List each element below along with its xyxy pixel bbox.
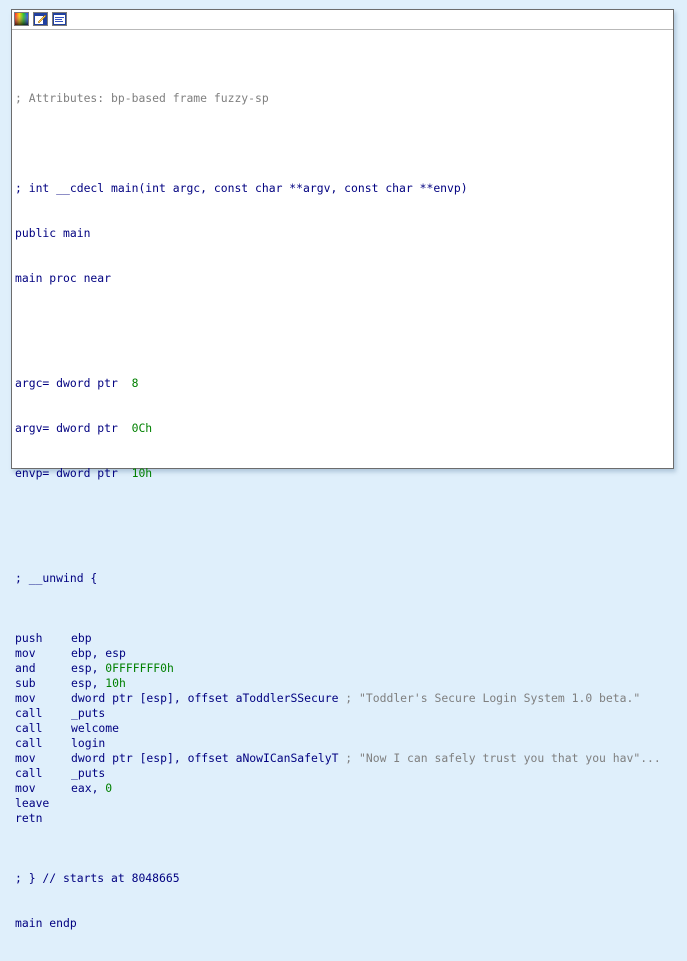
instruction-mnemonic: call bbox=[15, 736, 43, 750]
instruction-immediate: 0 bbox=[105, 781, 113, 795]
instruction-operands: login bbox=[71, 736, 106, 750]
proc-directive: main proc near bbox=[15, 271, 112, 285]
instruction-list: push ebp mov ebp, esp and esp, 0FFFFFFF0h sub e… bbox=[15, 631, 661, 826]
instruction-operands: esp, bbox=[71, 661, 106, 675]
instruction-line[interactable]: mov eax, 0 bbox=[15, 781, 661, 796]
instruction-mnemonic: retn bbox=[15, 811, 43, 825]
stack-arg-name: envp= dword ptr bbox=[15, 466, 118, 480]
instruction-operands: dword ptr [esp], offset aToddlerSSecure bbox=[71, 691, 339, 705]
instruction-mnemonic: call bbox=[15, 766, 43, 780]
instruction-immediate: 10h bbox=[105, 676, 126, 690]
instruction-mnemonic: mov bbox=[15, 646, 36, 660]
instruction-mnemonic: call bbox=[15, 721, 43, 735]
instruction-operands: _puts bbox=[71, 706, 106, 720]
instruction-mnemonic: mov bbox=[15, 781, 36, 795]
instruction-operands: ebp, esp bbox=[71, 646, 126, 660]
instruction-operands: dword ptr [esp], offset aNowICanSafelyT bbox=[71, 751, 339, 765]
unwind-start: ; __unwind { bbox=[15, 571, 98, 585]
stack-arg-line: envp= dword ptr 10h bbox=[15, 466, 661, 481]
instruction-mnemonic: push bbox=[15, 631, 43, 645]
instruction-operands: welcome bbox=[71, 721, 120, 735]
instruction-operands: _puts bbox=[71, 766, 106, 780]
instruction-operands: esp, bbox=[71, 676, 106, 690]
instruction-line[interactable]: call welcome bbox=[15, 721, 661, 736]
instruction-line[interactable]: leave bbox=[15, 796, 661, 811]
instruction-mnemonic: and bbox=[15, 661, 36, 675]
instruction-line[interactable]: call _puts bbox=[15, 706, 661, 721]
instruction-line[interactable]: retn bbox=[15, 811, 661, 826]
instruction-mnemonic: mov bbox=[15, 691, 36, 705]
instruction-immediate: 0FFFFFFF0h bbox=[105, 661, 174, 675]
instruction-mnemonic: mov bbox=[15, 751, 36, 765]
unwind-end: ; } // starts at 8048665 bbox=[15, 871, 180, 885]
stack-arg-offset: 0Ch bbox=[131, 421, 153, 435]
string-comment: ; "Toddler's Secure Login System 1.0 bet… bbox=[338, 691, 641, 705]
instruction-operands: eax, bbox=[71, 781, 106, 795]
public-directive: public main bbox=[15, 226, 91, 240]
stack-arg-name: argv= dword ptr bbox=[15, 421, 118, 435]
prototype-comment: ; int __cdecl main(int argc, const char … bbox=[15, 181, 468, 195]
graph-view-icon[interactable] bbox=[14, 12, 29, 26]
instruction-line[interactable]: call login bbox=[15, 736, 661, 751]
endp-directive: main endp bbox=[15, 916, 77, 930]
string-comment: ; "Now I can safely trust you that you h… bbox=[338, 751, 661, 765]
instruction-mnemonic: call bbox=[15, 706, 43, 720]
instruction-operands: ebp bbox=[71, 631, 92, 645]
instruction-line[interactable]: push ebp bbox=[15, 631, 661, 646]
stack-arg-line: argv= dword ptr 0Ch bbox=[15, 421, 661, 436]
instruction-line[interactable]: and esp, 0FFFFFFF0h bbox=[15, 661, 661, 676]
stack-arg-offset: 8 bbox=[131, 376, 139, 390]
instruction-mnemonic: sub bbox=[15, 676, 36, 690]
listing-view-icon[interactable] bbox=[52, 12, 67, 26]
disassembly-window: ; Attributes: bp-based frame fuzzy-sp ; … bbox=[11, 9, 674, 930]
stack-arg-offset: 10h bbox=[131, 466, 153, 480]
window-toolbar bbox=[12, 10, 673, 30]
instruction-line[interactable]: mov ebp, esp bbox=[15, 646, 661, 661]
attributes-comment: ; Attributes: bp-based frame fuzzy-sp bbox=[15, 91, 269, 105]
stack-arg-line: argc= dword ptr 8 bbox=[15, 376, 661, 391]
disassembly-listing: ; Attributes: bp-based frame fuzzy-sp ; … bbox=[15, 61, 661, 961]
instruction-line[interactable]: call _puts bbox=[15, 766, 661, 781]
instruction-line[interactable]: mov dword ptr [esp], offset aToddlerSSecu… bbox=[15, 691, 661, 706]
edit-icon[interactable] bbox=[33, 12, 48, 26]
instruction-line[interactable]: sub esp, 10h bbox=[15, 676, 661, 691]
instruction-line[interactable]: mov dword ptr [esp], offset aNowICanSafel… bbox=[15, 751, 661, 766]
stack-arg-name: argc= dword ptr bbox=[15, 376, 118, 390]
instruction-mnemonic: leave bbox=[15, 796, 50, 810]
